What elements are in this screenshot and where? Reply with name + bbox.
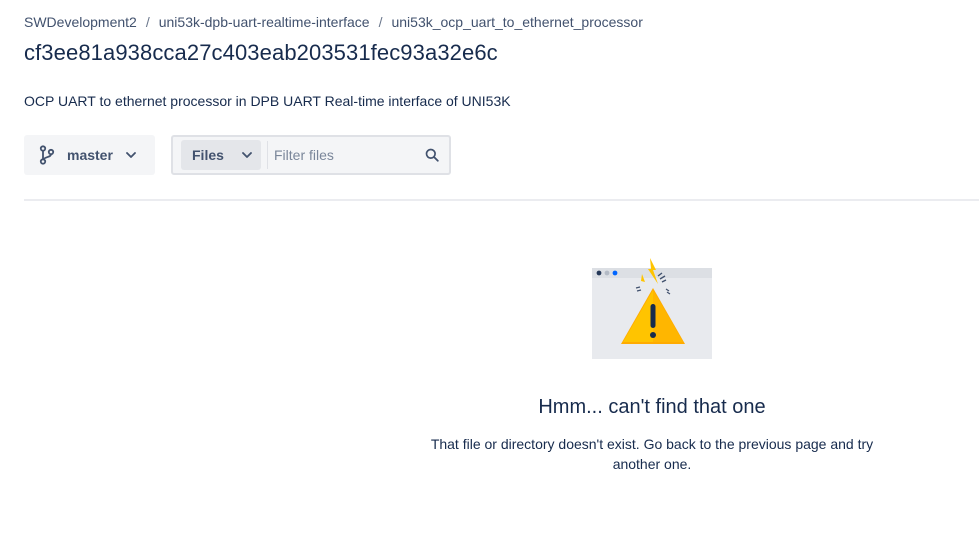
chevron-down-icon [126,152,136,158]
breadcrumb-workspace[interactable]: SWDevelopment2 [24,14,137,30]
chevron-down-icon [242,152,252,158]
branch-name: master [67,147,113,163]
breadcrumb: SWDevelopment2 / uni53k-dpb-uart-realtim… [24,14,643,30]
filter-files-input[interactable] [274,140,414,170]
filter-type-dropdown[interactable]: Files [181,140,261,170]
breadcrumb-project[interactable]: uni53k-dpb-uart-realtime-interface [159,14,370,30]
section-divider [24,199,979,201]
empty-state-title: Hmm... can't find that one [538,396,766,418]
page-title: cf3ee81a938cca27c403eab203531fec93a32e6c [24,40,498,65]
filter-divider [267,141,268,169]
breadcrumb-separator: / [378,14,383,30]
page: SWDevelopment2 / uni53k-dpb-uart-realtim… [0,0,979,544]
empty-state-message: That file or directory doesn't exist. Go… [430,436,874,472]
branch-selector-button[interactable]: master [24,135,155,175]
breadcrumb-separator: / [145,14,150,30]
file-filter: Files [171,135,451,175]
warning-browser-illustration [592,256,712,365]
branch-icon [39,145,55,165]
filter-type-label: Files [192,147,224,163]
breadcrumb-repository[interactable]: uni53k_ocp_uart_to_ethernet_processor [391,14,642,30]
search-icon[interactable] [425,148,439,162]
repository-description: OCP UART to ethernet processor in DPB UA… [24,93,511,109]
